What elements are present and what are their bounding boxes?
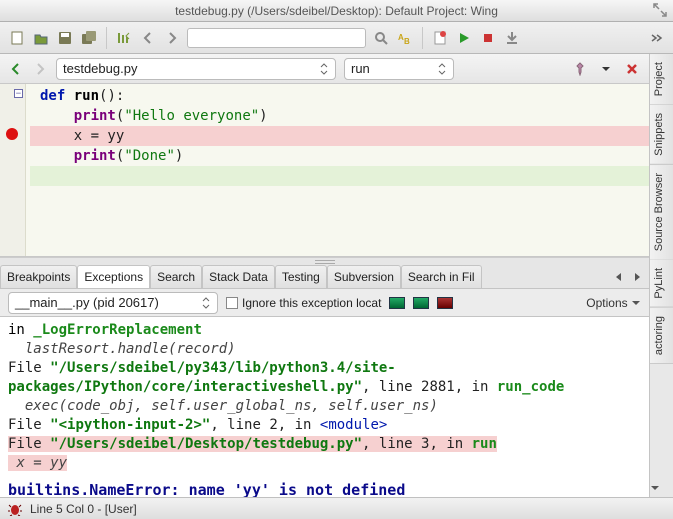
window-titlebar: testdebug.py (/Users/sdeibel/Desktop): D… <box>0 0 673 22</box>
ignore-exception-label: Ignore this exception locat <box>242 296 381 310</box>
ignore-exception-checkbox[interactable]: Ignore this exception locat <box>226 296 381 310</box>
file-tab-bar: testdebug.py run <box>0 54 649 84</box>
grip-icon <box>315 260 335 264</box>
exceptions-toolbar: __main__.py (pid 20617) Ignore this exce… <box>0 289 649 317</box>
panel-tab-bar: Breakpoints Exceptions Search Stack Data… <box>0 265 649 289</box>
status-bar: Line 5 Col 0 - [User] <box>0 497 673 519</box>
chevron-updown-icon <box>201 296 211 310</box>
panel-options-menu[interactable]: Options <box>586 296 641 310</box>
process-selector-combo[interactable]: __main__.py (pid 20617) <box>8 292 218 314</box>
code-line: print("Hello everyone") <box>30 106 649 126</box>
code-lines: def run(): print("Hello everyone") x = y… <box>30 84 649 186</box>
window-title: testdebug.py (/Users/sdeibel/Desktop): D… <box>175 4 498 18</box>
panel-tab-stack-data[interactable]: Stack Data <box>202 265 275 288</box>
flag-icon-3[interactable] <box>437 297 453 309</box>
trace-line: exec(code_obj, self.user_global_ns, self… <box>8 397 641 416</box>
code-line-current <box>30 166 649 186</box>
code-line: def run(): <box>30 86 649 106</box>
bookmark-icon[interactable] <box>431 29 449 47</box>
side-tab-snippets[interactable]: Snippets <box>650 105 673 165</box>
close-tab-icon[interactable] <box>623 60 641 78</box>
debug-run-icon[interactable] <box>455 29 473 47</box>
side-tab-source-browser[interactable]: Source Browser <box>650 165 673 260</box>
side-tab-spacer <box>650 364 673 479</box>
run-config-combo[interactable]: run <box>344 58 454 80</box>
maximize-icon[interactable] <box>653 3 667 17</box>
fold-toggle-icon[interactable]: − <box>14 89 23 98</box>
svg-text:B: B <box>404 37 410 46</box>
dropdown-icon[interactable] <box>597 60 615 78</box>
code-line: print("Done") <box>30 146 649 166</box>
file-selector-combo[interactable]: testdebug.py <box>56 58 336 80</box>
trace-line-current: File "/Users/sdeibel/Desktop/testdebug.p… <box>8 435 641 454</box>
traceback-view[interactable]: in _LogErrorReplacement lastResort.handl… <box>0 317 649 497</box>
side-tab-dropdown-icon[interactable] <box>650 479 673 497</box>
flag-icon-1[interactable] <box>389 297 405 309</box>
search-icon[interactable] <box>372 29 390 47</box>
process-selector-value: __main__.py (pid 20617) <box>15 295 159 310</box>
status-text: Line 5 Col 0 - [User] <box>30 502 137 516</box>
panel-tab-exceptions[interactable]: Exceptions <box>77 265 150 288</box>
code-line-error: x = yy <box>30 126 649 146</box>
panel-tabs-next-icon[interactable] <box>629 269 645 285</box>
toolbar-separator <box>106 27 107 49</box>
pin-icon[interactable] <box>571 60 589 78</box>
goto-icon[interactable] <box>115 29 133 47</box>
back-icon[interactable] <box>139 29 157 47</box>
debug-stop-icon[interactable] <box>479 29 497 47</box>
right-side-tab-bar: Project Snippets Source Browser PyLint a… <box>649 54 673 497</box>
trace-line: File "<ipython-input-2>", line 2, in <mo… <box>8 416 641 435</box>
side-tab-pylint[interactable]: PyLint <box>650 260 673 308</box>
panel-tab-search-files[interactable]: Search in Fil <box>401 265 482 288</box>
flag-icon-2[interactable] <box>413 297 429 309</box>
options-label: Options <box>586 296 627 310</box>
debug-step-icon[interactable] <box>503 29 521 47</box>
side-tab-refactoring[interactable]: actoring <box>650 308 673 364</box>
breakpoint-icon[interactable] <box>6 128 18 140</box>
panel-tabs-prev-icon[interactable] <box>611 269 627 285</box>
horizontal-splitter[interactable] <box>0 257 649 265</box>
trace-line: File "/Users/sdeibel/py343/lib/python3.4… <box>8 359 641 397</box>
bug-icon[interactable] <box>8 502 22 516</box>
side-tab-project[interactable]: Project <box>650 54 673 105</box>
nav-forward-icon[interactable] <box>32 61 48 77</box>
panel-tab-testing[interactable]: Testing <box>275 265 327 288</box>
search-input[interactable] <box>187 28 366 48</box>
search-files-icon[interactable]: AB <box>396 29 414 47</box>
save-all-icon[interactable] <box>80 29 98 47</box>
forward-icon[interactable] <box>163 29 181 47</box>
code-editor[interactable]: − def run(): print("Hello everyone") x =… <box>0 84 649 257</box>
nav-back-icon[interactable] <box>8 61 24 77</box>
file-selector-value: testdebug.py <box>63 61 137 76</box>
run-config-value: run <box>351 61 370 76</box>
new-file-icon[interactable] <box>8 29 26 47</box>
overflow-icon[interactable] <box>647 29 665 47</box>
main-toolbar: AB <box>0 22 673 54</box>
trace-line: lastResort.handle(record) <box>8 340 641 359</box>
save-icon[interactable] <box>56 29 74 47</box>
panel-tab-subversion[interactable]: Subversion <box>327 265 401 288</box>
panel-tab-search[interactable]: Search <box>150 265 202 288</box>
chevron-updown-icon <box>437 62 447 76</box>
toolbar-separator-2 <box>422 27 423 49</box>
checkbox-icon <box>226 297 238 309</box>
editor-gutter[interactable]: − <box>0 84 26 256</box>
chevron-updown-icon <box>319 62 329 76</box>
trace-line: in _LogErrorReplacement <box>8 321 641 340</box>
trace-line: x = yy <box>8 454 641 473</box>
exception-error-line: builtins.NameError: name 'yy' is not def… <box>8 481 641 497</box>
panel-tab-breakpoints[interactable]: Breakpoints <box>0 265 77 288</box>
open-file-icon[interactable] <box>32 29 50 47</box>
spacer <box>8 473 641 481</box>
